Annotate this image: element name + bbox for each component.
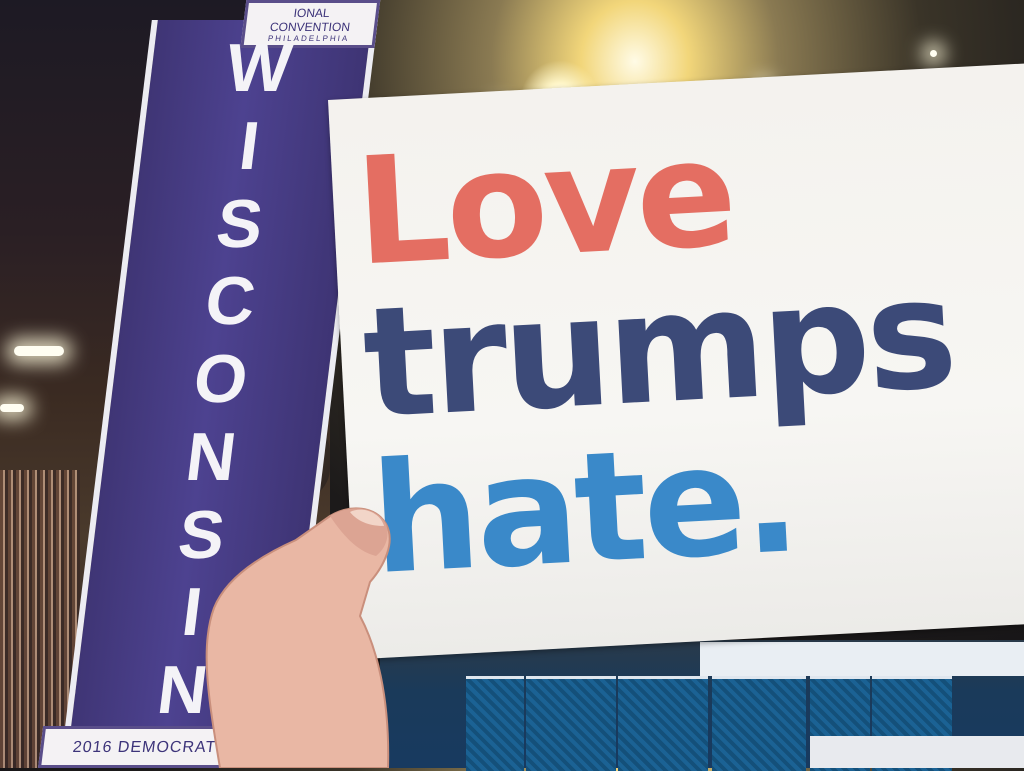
- hand: [205, 507, 391, 768]
- state-letter: N: [181, 418, 241, 495]
- ceiling-light: [930, 50, 937, 57]
- state-letter: S: [212, 185, 268, 262]
- stage-screen: [466, 676, 524, 771]
- standard-top-line: IONAL: [292, 6, 331, 20]
- stage-screen: [712, 676, 806, 771]
- arena-light: [14, 346, 64, 356]
- arena-light: [0, 404, 24, 412]
- stage-podium: [810, 736, 1024, 768]
- state-letter: C: [201, 263, 260, 340]
- state-letter: I: [235, 107, 264, 184]
- state-letter: O: [189, 341, 252, 417]
- protest-sign: Love trumps hate.: [328, 62, 1024, 660]
- stage-screen: [526, 676, 616, 771]
- sign-line-hate: hate.: [367, 409, 801, 609]
- stage-rail: [700, 642, 1024, 676]
- stage-screen: [618, 676, 708, 771]
- sign-line-trumps: trumps: [359, 244, 958, 453]
- state-letter: W: [222, 30, 296, 106]
- convention-photo: IONAL CONVENTION PHILADELPHIA W I S C O …: [0, 0, 1024, 771]
